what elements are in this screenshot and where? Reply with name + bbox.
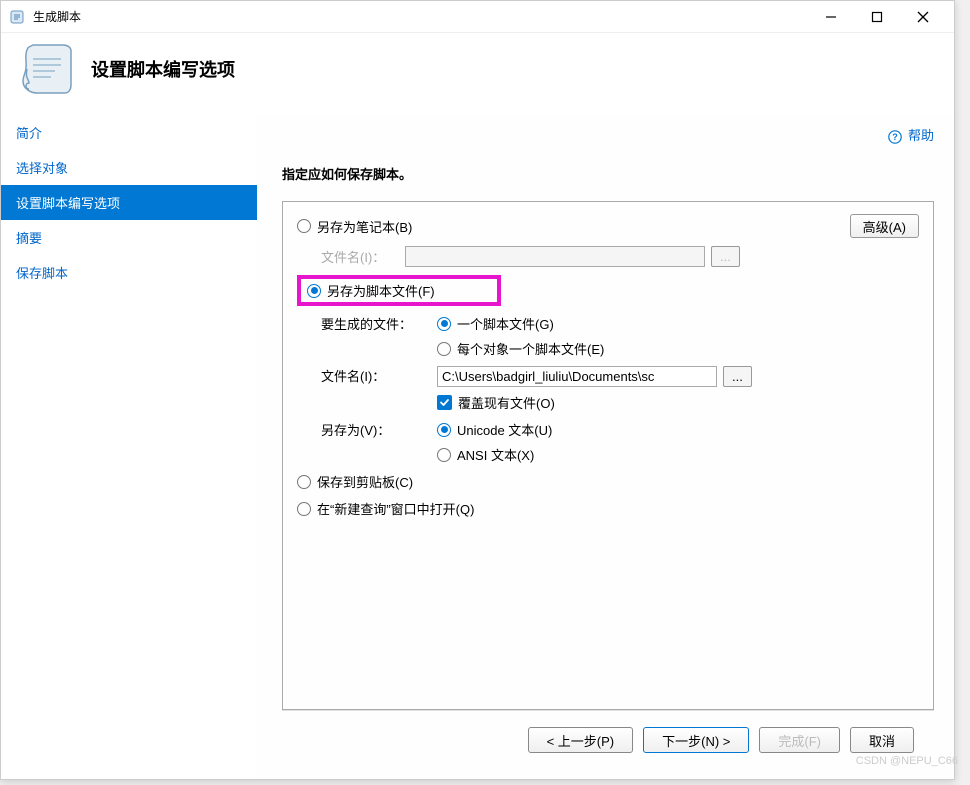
main-content: ? 帮助 指定应如何保存脚本。 另存为笔记本(B) 高级(A) 文件名(I)： [257,115,954,779]
label-new-query: 在“新建查询”窗口中打开(Q) [317,499,474,518]
back-button[interactable]: < 上一步(P) [528,727,634,753]
minimize-button[interactable] [808,2,854,32]
wizard-window: 生成脚本 设置脚本编写选项 简介 选择对象 设置脚本编写选项 摘要 保存脚本 ? [0,0,955,780]
radio-new-query[interactable] [297,502,311,516]
label-unicode: Unicode 文本(U) [457,420,552,439]
label-one-file-per-object: 每个对象一个脚本文件(E) [457,339,604,358]
titlebar: 生成脚本 [1,1,954,33]
maximize-button[interactable] [854,2,900,32]
wizard-sidebar: 简介 选择对象 设置脚本编写选项 摘要 保存脚本 [1,115,257,779]
page-title: 设置脚本编写选项 [91,56,235,82]
radio-save-script-file[interactable] [307,284,321,298]
radio-one-script-file[interactable] [437,317,451,331]
script-filename-input[interactable] [437,366,717,387]
highlighted-option: 另存为脚本文件(F) [297,275,501,306]
notebook-browse-button: ... [711,246,740,267]
window-title: 生成脚本 [33,8,808,25]
wizard-header: 设置脚本编写选项 [1,33,954,115]
notebook-filename-label: 文件名(I)： [321,247,405,266]
svg-text:?: ? [893,132,899,142]
save-as-label: 另存为(V)： [321,420,437,439]
script-browse-button[interactable]: ... [723,366,752,387]
sidebar-item-select-objects[interactable]: 选择对象 [1,150,257,185]
label-one-script-file: 一个脚本文件(G) [457,314,554,333]
help-link[interactable]: ? 帮助 [888,128,934,143]
script-icon [21,41,73,97]
radio-ansi[interactable] [437,448,451,462]
wizard-footer: < 上一步(P) 下一步(N) > 完成(F) 取消 [282,710,934,769]
sidebar-item-script-options[interactable]: 设置脚本编写选项 [1,185,257,220]
label-save-notebook: 另存为笔记本(B) [317,217,412,236]
advanced-button[interactable]: 高级(A) [850,214,919,238]
instruction-text: 指定应如何保存脚本。 [282,164,934,183]
radio-save-notebook[interactable] [297,219,311,233]
help-icon: ? [888,130,902,144]
script-filename-label: 文件名(I)： [321,366,437,385]
options-panel: 另存为笔记本(B) 高级(A) 文件名(I)： ... 另存为脚本文件(F) [282,201,934,710]
overwrite-checkbox[interactable] [437,395,452,410]
radio-one-file-per-object[interactable] [437,342,451,356]
label-save-script-file: 另存为脚本文件(F) [327,281,435,300]
sidebar-item-summary[interactable]: 摘要 [1,220,257,255]
help-label: 帮助 [908,128,934,143]
radio-unicode[interactable] [437,423,451,437]
sidebar-item-intro[interactable]: 简介 [1,115,257,150]
notebook-filename-input [405,246,705,267]
files-to-generate-label: 要生成的文件： [321,314,437,333]
app-icon [9,9,25,25]
watermark: CSDN @NEPU_C66 [856,755,958,767]
close-button[interactable] [900,2,946,32]
radio-clipboard[interactable] [297,475,311,489]
label-ansi: ANSI 文本(X) [457,445,534,464]
cancel-button[interactable]: 取消 [850,727,914,753]
overwrite-label: 覆盖现有文件(O) [458,393,555,412]
label-clipboard: 保存到剪贴板(C) [317,472,413,491]
next-button[interactable]: 下一步(N) > [643,727,749,753]
sidebar-item-save-script[interactable]: 保存脚本 [1,255,257,290]
finish-button: 完成(F) [759,727,840,753]
